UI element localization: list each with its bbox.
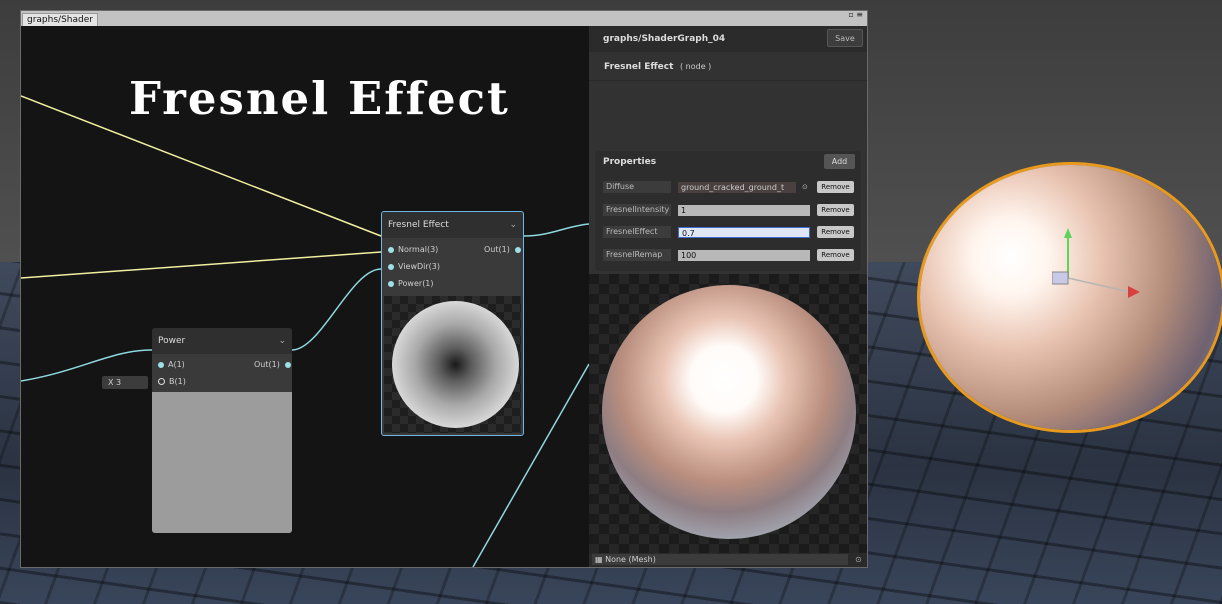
- graph-canvas[interactable]: Fresnel Effect Fresnel Effect ⌄ Normal(3…: [21, 26, 589, 567]
- chevron-down-icon[interactable]: ⌄: [509, 212, 517, 238]
- property-value-field[interactable]: 1: [678, 205, 810, 216]
- remove-property-button[interactable]: Remove: [817, 204, 854, 216]
- power-output-out[interactable]: Out(1): [254, 360, 292, 370]
- port-label: Power(1): [398, 279, 434, 288]
- gizmo-y-arrow: [1064, 228, 1072, 238]
- remove-property-button[interactable]: Remove: [817, 181, 854, 193]
- mesh-field[interactable]: ▦ None (Mesh): [592, 554, 848, 565]
- property-name-field[interactable]: FresnelRemap: [603, 249, 671, 261]
- window-menu-icon[interactable]: ▫ ≡: [848, 11, 863, 19]
- power-b-value-field[interactable]: X 3: [102, 376, 148, 389]
- fresnel-node-preview: [384, 296, 521, 433]
- fresnel-effect-node[interactable]: Fresnel Effect ⌄ Normal(3) ViewDir(3) Po…: [381, 211, 524, 436]
- property-row-fresnel-remap: FresnelRemap 100 Remove: [595, 249, 861, 263]
- object-picker-icon[interactable]: ⊙: [802, 183, 808, 191]
- property-row-fresnel-intensity: FresnelIntensity 1 Remove: [595, 204, 861, 218]
- remove-property-button[interactable]: Remove: [817, 226, 854, 238]
- add-property-button[interactable]: Add: [824, 154, 855, 169]
- graph-path-label: graphs/ShaderGraph_04: [603, 34, 726, 44]
- port-label: Normal(3): [398, 245, 439, 254]
- property-value-field[interactable]: 100: [678, 250, 810, 261]
- inspector-panel: graphs/ShaderGraph_04 Save Fresnel Effec…: [589, 26, 867, 274]
- power-node-header[interactable]: Power ⌄: [152, 328, 292, 354]
- selected-node-type: ( node ): [680, 62, 712, 71]
- mesh-icon: ▦: [595, 555, 606, 564]
- power-node[interactable]: Power ⌄ A(1) B(1) Out(1): [152, 328, 292, 533]
- port-dot-icon: [388, 280, 394, 287]
- port-dot-icon: [285, 361, 292, 368]
- gizmo-x-arrow: [1128, 286, 1140, 298]
- object-picker-icon[interactable]: ⊙: [855, 553, 862, 567]
- property-name-field[interactable]: FresnelIntensity: [603, 204, 671, 216]
- port-label: B(1): [169, 377, 186, 386]
- port-label: A(1): [168, 360, 185, 369]
- port-dot-icon: [388, 263, 394, 270]
- selected-node-row: Fresnel Effect ( node ): [589, 54, 867, 81]
- fresnel-input-viewdir[interactable]: ViewDir(3): [388, 262, 440, 272]
- preview-mesh-bar: ▦ None (Mesh) ⊙: [589, 553, 867, 567]
- remove-property-button[interactable]: Remove: [817, 249, 854, 261]
- save-button[interactable]: Save: [827, 29, 863, 47]
- property-name-field[interactable]: FresnelEffect: [603, 226, 671, 238]
- property-row-fresnel-effect: FresnelEffect 0.7 Remove: [595, 226, 861, 240]
- properties-heading: Properties: [603, 157, 657, 167]
- port-dot-icon: [158, 378, 165, 385]
- material-preview[interactable]: [589, 274, 867, 553]
- wire-viewdir: [21, 251, 382, 279]
- gizmo-plane-handle: [1052, 271, 1069, 285]
- fresnel-node-title: Fresnel Effect: [388, 220, 449, 230]
- tab-graphs-shader[interactable]: graphs/Shader: [22, 13, 98, 26]
- power-node-title: Power: [158, 336, 186, 346]
- port-dot-icon: [388, 246, 394, 253]
- fresnel-input-power[interactable]: Power(1): [388, 279, 434, 289]
- fresnel-node-header[interactable]: Fresnel Effect ⌄: [382, 212, 523, 238]
- wire-normal: [21, 95, 382, 237]
- inspector-header: graphs/ShaderGraph_04 Save: [589, 26, 867, 52]
- properties-section: Properties Add Diffuse ground_cracked_gr…: [595, 151, 861, 271]
- chevron-down-icon[interactable]: ⌄: [278, 328, 286, 354]
- mesh-field-label: None (Mesh): [605, 555, 656, 564]
- window-tab-bar: graphs/Shader ▫ ≡: [21, 11, 867, 26]
- power-input-b[interactable]: B(1): [158, 377, 186, 387]
- property-texture-field[interactable]: ground_cracked_ground_t: [678, 182, 796, 193]
- port-dot-icon: [158, 361, 164, 368]
- selected-node-name: Fresnel Effect: [604, 62, 674, 72]
- property-row-diffuse: Diffuse ground_cracked_ground_t ⊙ Remove: [595, 181, 861, 195]
- port-dot-icon: [515, 246, 522, 253]
- shader-graph-window: graphs/Shader ▫ ≡ Fresnel Effect Fresnel…: [20, 10, 868, 568]
- fresnel-output-out[interactable]: Out(1): [484, 245, 522, 255]
- wire-fresnel-out: [523, 223, 589, 237]
- preview-sphere: [602, 285, 856, 539]
- fresnel-input-normal[interactable]: Normal(3): [388, 245, 438, 255]
- power-node-preview: [152, 392, 292, 533]
- port-label: Out(1): [484, 245, 510, 254]
- property-name-field[interactable]: Diffuse: [603, 181, 671, 193]
- fresnel-preview-sphere: [392, 301, 519, 428]
- port-label: ViewDir(3): [398, 262, 440, 271]
- power-input-a[interactable]: A(1): [158, 360, 185, 370]
- port-label: Out(1): [254, 360, 280, 369]
- wire-power-out: [291, 268, 382, 351]
- transform-gizmo[interactable]: [1052, 228, 1152, 298]
- property-value-field[interactable]: 0.7: [678, 227, 810, 238]
